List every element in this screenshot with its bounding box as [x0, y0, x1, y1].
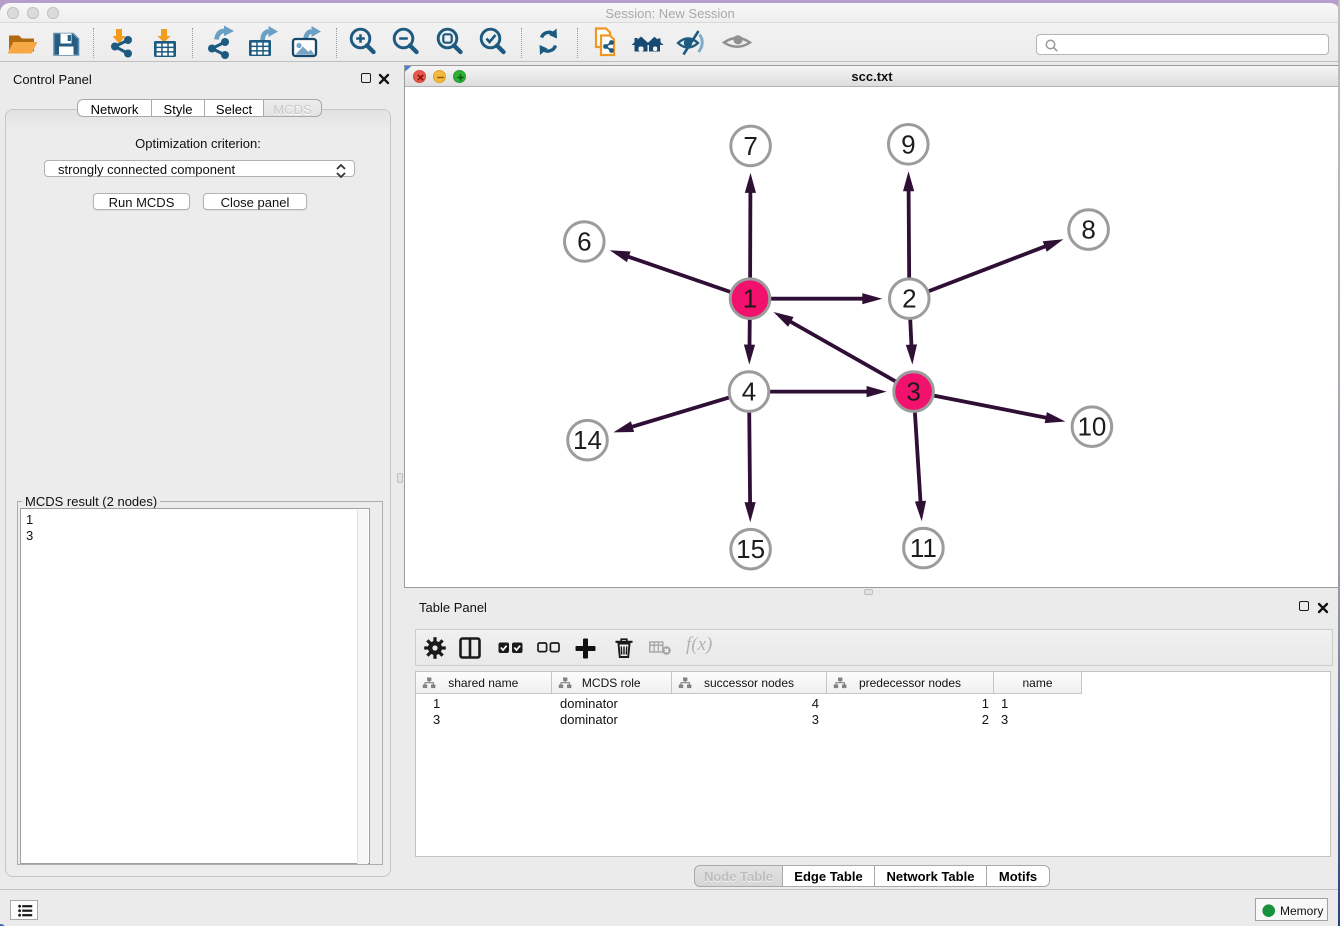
svg-text:6: 6: [577, 227, 591, 257]
svg-text:10: 10: [1077, 412, 1106, 442]
svg-text:9: 9: [901, 129, 915, 159]
svg-text:3: 3: [906, 377, 920, 407]
svg-text:14: 14: [573, 425, 602, 455]
svg-text:8: 8: [1081, 215, 1095, 245]
svg-text:11: 11: [910, 533, 937, 563]
svg-text:4: 4: [742, 377, 756, 407]
svg-text:15: 15: [736, 534, 765, 564]
svg-text:7: 7: [743, 131, 757, 161]
svg-text:1: 1: [743, 284, 757, 314]
svg-text:2: 2: [902, 284, 916, 314]
